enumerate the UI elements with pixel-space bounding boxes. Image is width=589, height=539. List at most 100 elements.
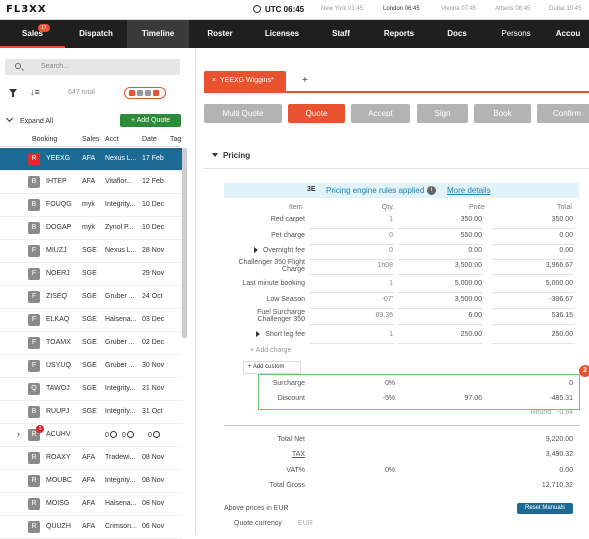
booking-row[interactable]: R YEEXG AFA Nexus L... 17 Feb bbox=[0, 148, 182, 171]
item-qty[interactable]: 89.36 bbox=[375, 312, 393, 319]
book-button[interactable]: Book bbox=[474, 104, 531, 123]
reset-manuals-button[interactable]: Reset Manuals bbox=[517, 503, 573, 514]
item-label: Challenger 350 Flight Charge bbox=[238, 259, 305, 273]
status-badge: B bbox=[28, 199, 40, 211]
total-underline bbox=[492, 274, 574, 275]
add-charge-button[interactable]: + Add charge bbox=[250, 347, 291, 354]
sign-button[interactable]: Sign bbox=[417, 104, 468, 123]
cancel-icon bbox=[152, 431, 160, 438]
close-tab-icon[interactable]: × bbox=[212, 77, 216, 84]
discount-price[interactable]: 97.06 bbox=[464, 395, 482, 402]
nav-dispatch[interactable]: Dispatch bbox=[65, 20, 127, 48]
surcharge-label: Surcharge bbox=[272, 380, 305, 387]
confirm-button[interactable]: Confirm bbox=[537, 104, 589, 123]
nav-licenses[interactable]: Licenses bbox=[251, 20, 313, 48]
sort-icon[interactable]: ↓≡ bbox=[30, 87, 40, 97]
nav-sales[interactable]: Sales 17 bbox=[0, 20, 65, 48]
add-custom-button[interactable]: + Add custom bbox=[243, 361, 301, 374]
booking-row[interactable]: R MOUBC AFA Integrity... 08 Nov bbox=[0, 470, 182, 493]
accept-button[interactable]: Accept bbox=[351, 104, 410, 123]
item-total[interactable]: 0.00 bbox=[559, 247, 573, 254]
item-price[interactable]: 3,500.00 bbox=[455, 296, 482, 303]
booking-row[interactable]: F TOAMX SGE Gruber ... 02 Dec bbox=[0, 332, 182, 355]
item-total[interactable]: 350.00 bbox=[552, 216, 573, 223]
booking-row[interactable]: B FOUQG myk Integrity... 10 Dec bbox=[0, 194, 182, 217]
price-underline bbox=[398, 274, 483, 275]
item-price[interactable]: 6.00 bbox=[468, 312, 482, 319]
add-quote-button[interactable]: + Add Quote bbox=[120, 114, 181, 127]
item-total[interactable]: -396.67 bbox=[549, 296, 573, 303]
booking-row[interactable]: R QUUZH AFA Crimson... 06 Nov bbox=[0, 516, 182, 539]
more-details-link[interactable]: More details bbox=[447, 186, 491, 195]
nav-account[interactable]: Accou bbox=[547, 20, 589, 48]
list-scrollbar[interactable] bbox=[182, 148, 187, 338]
booking-row[interactable]: › R 1 ACUHV 0 0 0 bbox=[0, 424, 182, 447]
info-icon[interactable]: i bbox=[427, 186, 436, 195]
quote-currency-select[interactable]: EUR bbox=[298, 520, 313, 527]
pricing-section-toggle[interactable]: Pricing bbox=[212, 151, 250, 160]
nav-roster[interactable]: Roster bbox=[189, 20, 251, 48]
nav-staff[interactable]: Staff bbox=[313, 20, 369, 48]
booking-date: 10 Dec bbox=[142, 224, 165, 231]
item-price[interactable]: 3,500.00 bbox=[455, 262, 482, 269]
item-total[interactable]: 250.00 bbox=[552, 331, 573, 338]
quote-currency-label: Quote currency bbox=[234, 520, 282, 527]
item-total[interactable]: 536.15 bbox=[552, 312, 573, 319]
quote-button[interactable]: Quote bbox=[288, 104, 345, 123]
item-total[interactable]: 3,966.67 bbox=[546, 262, 573, 269]
item-price[interactable]: 250.00 bbox=[461, 331, 482, 338]
surcharge-total[interactable]: 0 bbox=[569, 380, 573, 387]
expand-all-toggle[interactable]: Expand All bbox=[5, 114, 53, 125]
col-tag[interactable]: Tag bbox=[170, 136, 181, 143]
col-acct[interactable]: Acct bbox=[105, 136, 119, 143]
item-qty[interactable]: 1 bbox=[389, 331, 393, 338]
item-total[interactable]: 5,000.00 bbox=[546, 280, 573, 287]
item-qty[interactable]: -07' bbox=[382, 296, 393, 303]
booking-row[interactable]: R ROAXY AFA Tradewi... 08 Nov bbox=[0, 447, 182, 470]
booking-row[interactable]: B DOGAP myk Zynol P... 10 Dec bbox=[0, 217, 182, 240]
expand-row-icon[interactable]: › bbox=[17, 429, 20, 439]
item-price[interactable]: 350.00 bbox=[461, 216, 482, 223]
multi-quote-button[interactable]: Multi Quote bbox=[204, 104, 282, 123]
tax-label[interactable]: TAX bbox=[292, 451, 305, 458]
item-price[interactable]: 5,000.00 bbox=[455, 280, 482, 287]
caret-right-icon[interactable] bbox=[253, 247, 258, 253]
item-qty[interactable]: 1 bbox=[389, 280, 393, 287]
booking-row[interactable]: B IHTEP AFA Vitaflor... 12 Feb bbox=[0, 171, 182, 194]
col-sales[interactable]: Sales bbox=[82, 136, 100, 143]
clock-dubai: Dubai 10:45 bbox=[549, 6, 582, 12]
tab-quote-yeexg[interactable]: × YEEXG Wiggins* bbox=[204, 71, 286, 91]
item-price[interactable]: 0.00 bbox=[468, 247, 482, 254]
filter-icon[interactable] bbox=[9, 89, 17, 97]
item-qty[interactable]: 0 bbox=[389, 232, 393, 239]
nav-persons[interactable]: Persons bbox=[485, 20, 547, 48]
nav-reports[interactable]: Reports bbox=[369, 20, 429, 48]
add-tab-button[interactable]: + bbox=[302, 75, 308, 86]
item-qty[interactable]: 0 bbox=[389, 247, 393, 254]
price-underline bbox=[398, 343, 483, 344]
item-price[interactable]: 550.00 bbox=[461, 232, 482, 239]
view-toggle[interactable] bbox=[124, 87, 166, 99]
booking-row[interactable]: R MOISG AFA Halsena... 08 Nov bbox=[0, 493, 182, 516]
discount-label: Discount bbox=[277, 395, 305, 402]
booking-row[interactable]: F ELKAQ SGE Halsena... 03 Dec bbox=[0, 309, 182, 332]
booking-row[interactable]: F ZISEQ SGE Gruber ... 24 Oct bbox=[0, 286, 182, 309]
nav-docs[interactable]: Docs bbox=[429, 20, 485, 48]
booking-row[interactable]: Q TAWOJ SGE Integrity... 21 Nov bbox=[0, 378, 182, 401]
item-qty[interactable]: 1 bbox=[389, 216, 393, 223]
nav-timeline[interactable]: Timeline bbox=[127, 20, 189, 48]
booking-row[interactable]: B RUUPJ SGE Integrity... 31 Oct bbox=[0, 401, 182, 424]
booking-date: 02 Dec bbox=[142, 339, 165, 346]
item-total[interactable]: 0.00 bbox=[559, 232, 573, 239]
col-date[interactable]: Date bbox=[142, 136, 157, 143]
col-booking[interactable]: Booking bbox=[32, 136, 57, 143]
qty-underline bbox=[309, 343, 394, 344]
caret-right-icon[interactable] bbox=[256, 331, 261, 337]
booking-row[interactable]: F MIUZJ SGE Nexus L... 28 Nov bbox=[0, 240, 182, 263]
booking-row[interactable]: F NOERJ SGE 29 Nov bbox=[0, 263, 182, 286]
search-input[interactable]: Search... bbox=[5, 59, 180, 75]
qty-underline bbox=[309, 228, 394, 229]
discount-total[interactable]: -485.31 bbox=[549, 395, 573, 402]
booking-row[interactable]: F USYUQ SGE Gruber ... 30 Nov bbox=[0, 355, 182, 378]
item-qty[interactable]: 1h08 bbox=[377, 262, 393, 269]
